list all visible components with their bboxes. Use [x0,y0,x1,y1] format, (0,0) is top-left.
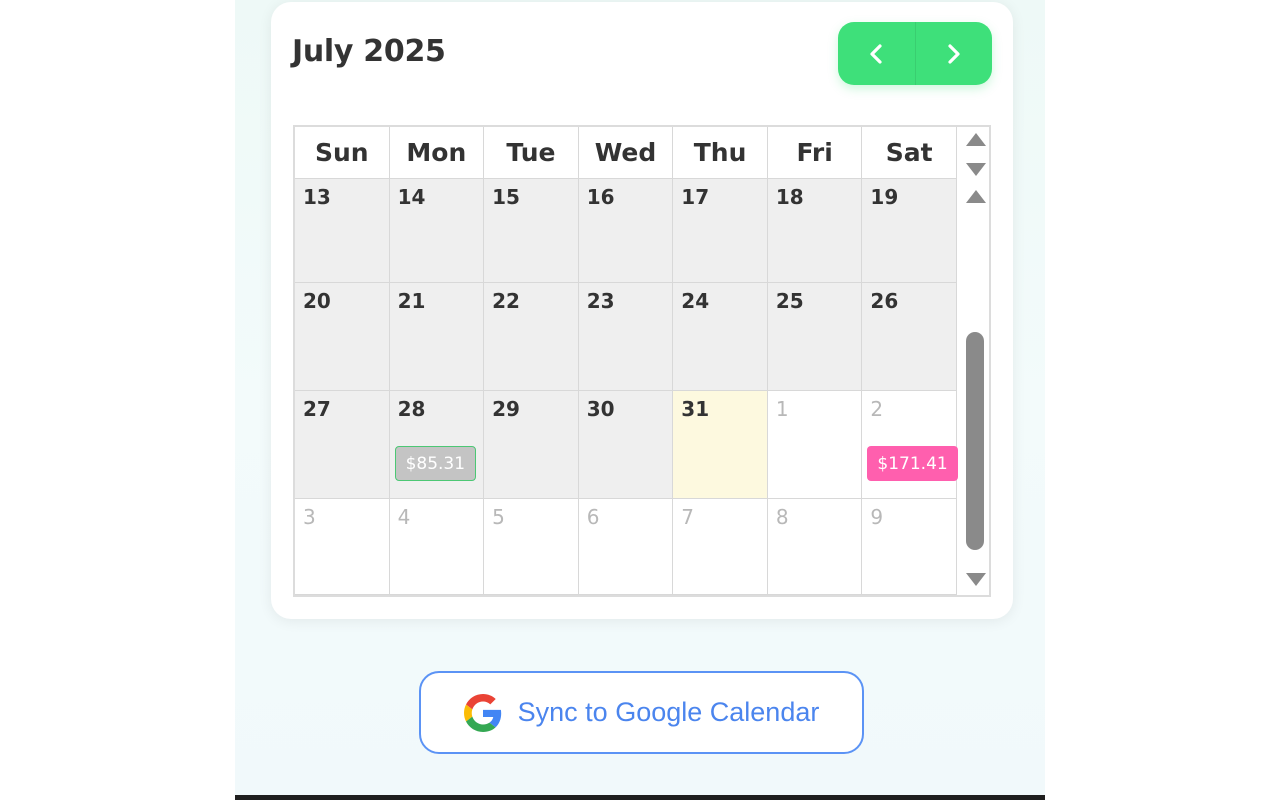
scroll-up-arrow-icon[interactable] [966,190,986,203]
weekday-fri: Fri [768,127,863,178]
day-number: 5 [492,505,505,529]
day-number: 17 [681,185,710,209]
day-number: 21 [397,289,426,313]
day-cell[interactable]: 3 [295,499,390,594]
weekday-wed: Wed [579,127,674,178]
month-title: July 2025 [292,34,446,69]
day-cell[interactable]: 8 [767,499,863,594]
day-cell-today[interactable]: 31 [673,391,768,498]
day-cell[interactable]: 23 [578,283,674,390]
day-number: 30 [586,397,615,421]
day-number: 6 [586,505,600,529]
chevron-right-icon [948,43,960,64]
day-cell[interactable]: 29 [484,391,579,498]
day-cell[interactable]: 28 $85.31 [389,391,485,498]
scroll-down-arrow-icon[interactable] [966,163,986,176]
weekday-thu: Thu [673,127,768,178]
day-number: 16 [586,185,615,209]
sync-google-calendar-button[interactable]: Sync to Google Calendar [419,671,864,754]
day-number: 15 [492,185,520,209]
calendar-week: 20 21 22 23 24 25 26 [295,283,957,391]
day-cell[interactable]: 27 [295,391,390,498]
day-cell[interactable]: 24 [673,283,768,390]
weekday-mon: Mon [390,127,485,178]
bottom-bar [235,795,1045,800]
day-number: 8 [775,505,789,529]
day-number: 23 [586,289,615,313]
day-number: 24 [681,289,710,313]
day-cell[interactable]: 4 [389,499,485,594]
day-number: 14 [397,185,426,209]
day-cell[interactable]: 26 [862,283,957,390]
month-nav [838,22,992,85]
calendar-week: 3 4 5 6 7 8 9 [295,499,957,595]
day-cell[interactable]: 13 [295,179,390,282]
day-cell[interactable]: 5 [484,499,579,594]
day-cell[interactable]: 17 [673,179,768,282]
day-number: 4 [397,505,411,529]
day-cell[interactable]: 2 $171.41 [862,391,958,498]
prev-month-button[interactable] [838,22,915,85]
day-number: 29 [492,397,520,421]
weekday-sat: Sat [862,127,957,178]
calendar-grid: Sun Mon Tue Wed Thu Fri Sat 13 14 15 16 17 18… [293,125,991,597]
day-number: 31 [681,397,710,421]
day-cell[interactable]: 1 [767,391,863,498]
calendar-body: 13 14 15 16 17 18 19 20 21 22 23 24 25 26 27 28 $85.31 29… [295,179,958,595]
day-cell[interactable]: 22 [484,283,579,390]
sync-button-label: Sync to Google Calendar [517,697,820,727]
day-cell[interactable]: 7 [673,499,768,594]
scrollbar-thumb[interactable] [966,332,984,550]
google-icon [463,693,501,732]
day-cell[interactable]: 18 [767,179,863,282]
calendar-week: 27 28 $85.31 29 30 31 1 2 $171.41 [295,391,958,499]
day-number: 20 [303,289,331,313]
day-number: 27 [303,397,331,421]
day-number: 19 [870,185,899,209]
scroll-down-arrow-icon[interactable] [966,573,986,586]
weekday-tue: Tue [484,127,579,178]
amount-badge[interactable]: $85.31 [394,446,477,481]
day-cell[interactable]: 9 [862,499,957,594]
day-number: 2 [870,397,884,421]
day-cell[interactable]: 19 [862,179,957,282]
day-number: 13 [303,185,331,209]
day-number: 9 [870,505,884,529]
amount-badge[interactable]: $171.41 [867,446,958,481]
day-cell[interactable]: 25 [767,283,863,390]
day-number: 28 [397,397,426,421]
day-number: 1 [775,397,789,421]
day-cell[interactable]: 21 [389,283,485,390]
day-cell[interactable]: 20 [295,283,390,390]
day-number: 7 [681,505,695,529]
scroll-up-arrow-icon[interactable] [966,133,986,146]
day-cell[interactable]: 15 [484,179,579,282]
day-cell[interactable]: 6 [578,499,674,594]
day-cell[interactable]: 14 [389,179,485,282]
day-number: 22 [492,289,520,313]
chevron-left-icon [870,43,882,64]
day-cell[interactable]: 30 [578,391,674,498]
weekday-sun: Sun [295,127,390,178]
day-cell[interactable]: 16 [578,179,674,282]
weekday-header: Sun Mon Tue Wed Thu Fri Sat [295,127,957,179]
day-number: 25 [775,289,804,313]
day-number: 26 [870,289,899,313]
calendar-scrollbar[interactable] [959,127,989,595]
day-number: 3 [303,505,316,529]
calendar-week: 13 14 15 16 17 18 19 [295,179,957,283]
next-month-button[interactable] [914,22,993,85]
day-number: 18 [775,185,804,209]
